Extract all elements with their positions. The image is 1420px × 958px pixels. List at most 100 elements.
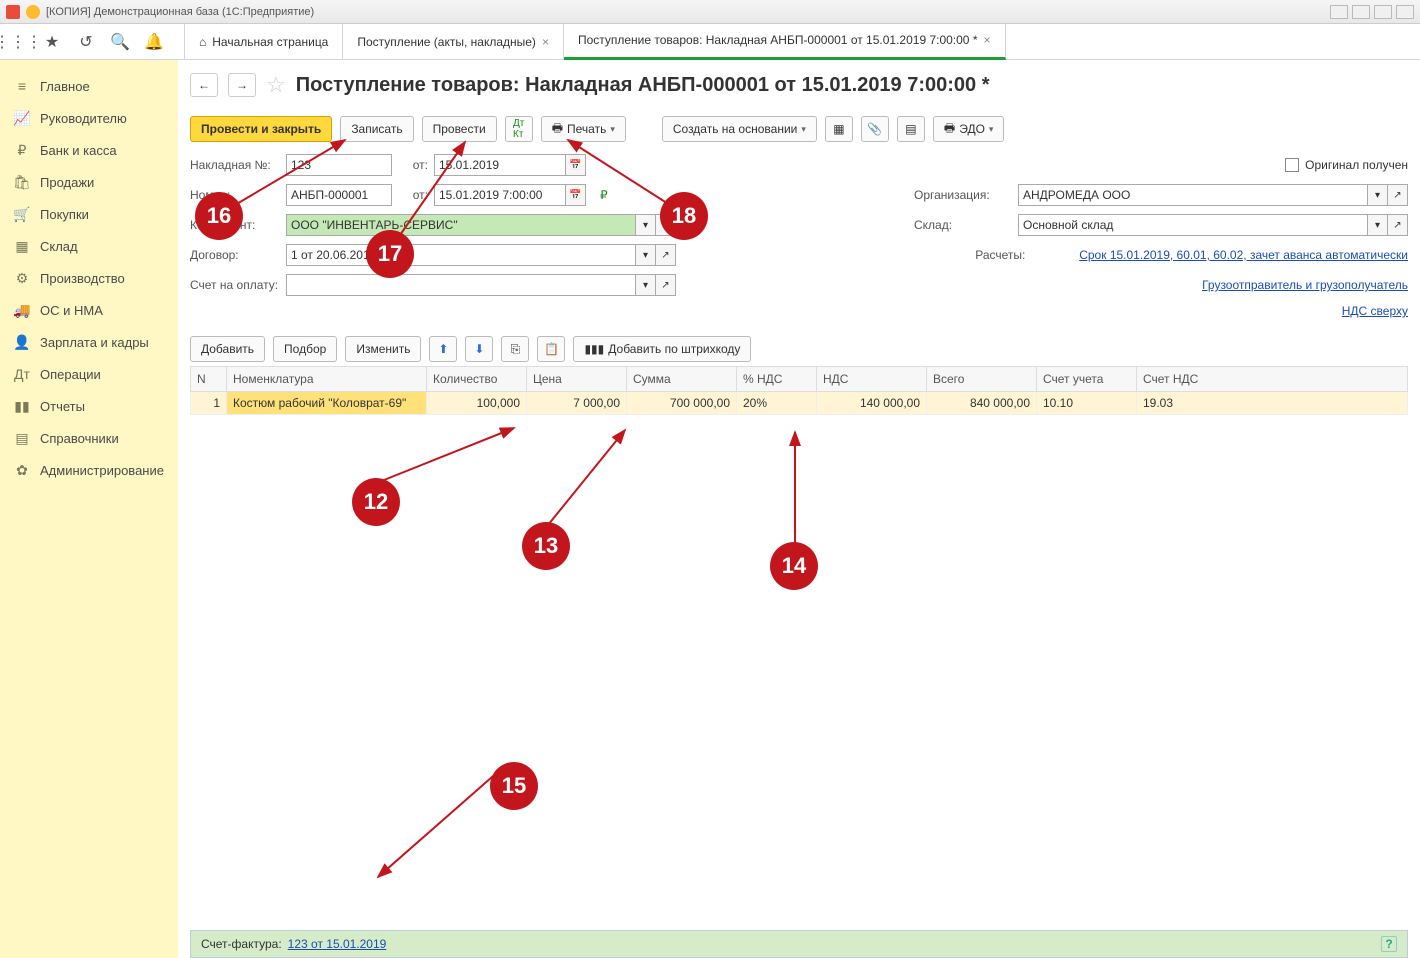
- tab-home[interactable]: ⌂ Начальная страница: [184, 24, 343, 60]
- sidebar-item-production[interactable]: ⚙Производство: [0, 262, 178, 294]
- open-icon[interactable]: ↗: [656, 274, 676, 296]
- cell-nomenclature[interactable]: Костюм рабочий "Коловрат-69": [227, 392, 427, 415]
- cell-sum[interactable]: 700 000,00: [627, 392, 737, 415]
- help-icon[interactable]: ?: [1381, 936, 1397, 952]
- th-vatacct[interactable]: Счет НДС: [1137, 367, 1408, 392]
- input-bill[interactable]: ▾↗: [286, 274, 676, 296]
- input-invoice-date[interactable]: 15.01.2019📅: [434, 154, 586, 176]
- window-btn-1[interactable]: [1330, 5, 1348, 19]
- sidebar-item-bank[interactable]: ₽Банк и касса: [0, 134, 178, 166]
- search-icon[interactable]: 🔍: [110, 32, 130, 52]
- chevron-down-icon[interactable]: ▾: [636, 244, 656, 266]
- tab-list[interactable]: Поступление (акты, накладные) ×: [343, 24, 564, 60]
- history-icon[interactable]: ↺: [76, 32, 96, 52]
- dtkt-link-icon[interactable]: ₽: [600, 188, 608, 202]
- favorite-icon[interactable]: ★: [42, 32, 62, 52]
- chk-label: Оригинал получен: [1305, 158, 1408, 172]
- open-icon[interactable]: ↗: [1388, 184, 1408, 206]
- settlements-link[interactable]: Срок 15.01.2019, 60.01, 60.02, зачет ава…: [1079, 248, 1408, 262]
- create-based-button[interactable]: Создать на основании▾: [662, 116, 817, 142]
- cell-n[interactable]: 1: [191, 392, 227, 415]
- chevron-down-icon[interactable]: ▾: [636, 214, 656, 236]
- sidebar-item-warehouse[interactable]: ▦Склад: [0, 230, 178, 262]
- input-datetime[interactable]: 15.01.2019 7:00:00📅: [434, 184, 586, 206]
- th-qty[interactable]: Количество: [427, 367, 527, 392]
- sidebar-item-label: Руководителю: [40, 111, 127, 126]
- input-warehouse[interactable]: Основной склад▾↗: [1018, 214, 1408, 236]
- shipper-link[interactable]: Грузоотправитель и грузополучатель: [1202, 278, 1408, 292]
- th-acct[interactable]: Счет учета: [1037, 367, 1137, 392]
- open-icon[interactable]: ↗: [656, 244, 676, 266]
- input-counterparty[interactable]: ООО "ИНВЕНТАРЬ-СЕРВИС"▾↗: [286, 214, 676, 236]
- sidebar-item-reports[interactable]: ▮▮Отчеты: [0, 390, 178, 422]
- sidebar-item-assets[interactable]: 🚚ОС и НМА: [0, 294, 178, 326]
- move-up-button[interactable]: ⬆: [429, 336, 457, 362]
- table-row[interactable]: 1 Костюм рабочий "Коловрат-69" 100,000 7…: [191, 392, 1408, 415]
- print-button[interactable]: 🖶Печать▾: [541, 116, 626, 142]
- sidebar-item-admin[interactable]: ✿Администрирование: [0, 454, 178, 486]
- window-btn-4[interactable]: [1396, 5, 1414, 19]
- apps-icon[interactable]: ⋮⋮⋮: [8, 32, 28, 52]
- add-button[interactable]: Добавить: [190, 336, 265, 362]
- back-button[interactable]: ←: [190, 73, 218, 97]
- edo-button[interactable]: 🖶ЭДО▾: [933, 116, 1005, 142]
- cell-vat[interactable]: 140 000,00: [817, 392, 927, 415]
- sidebar-item-manager[interactable]: 📈Руководителю: [0, 102, 178, 134]
- window-btn-2[interactable]: [1352, 5, 1370, 19]
- vat-mode-link[interactable]: НДС сверху: [1342, 304, 1408, 318]
- sidebar-item-purchases[interactable]: 🛒Покупки: [0, 198, 178, 230]
- invoice-factura-link[interactable]: 123 от 15.01.2019: [288, 937, 387, 951]
- input-number[interactable]: АНБП-000001: [286, 184, 392, 206]
- copy-button[interactable]: ⎘: [501, 336, 529, 362]
- calendar-icon[interactable]: 📅: [566, 184, 586, 206]
- th-total[interactable]: Всего: [927, 367, 1037, 392]
- open-icon[interactable]: ↗: [1388, 214, 1408, 236]
- cell-total[interactable]: 840 000,00: [927, 392, 1037, 415]
- menu-arrow-icon[interactable]: [26, 5, 40, 19]
- move-down-button[interactable]: ⬇: [465, 336, 493, 362]
- chevron-down-icon[interactable]: ▾: [636, 274, 656, 296]
- close-icon[interactable]: ×: [984, 33, 991, 47]
- th-n[interactable]: N: [191, 367, 227, 392]
- th-vatpct[interactable]: % НДС: [737, 367, 817, 392]
- tab-doc[interactable]: Поступление товаров: Накладная АНБП-0000…: [564, 24, 1006, 60]
- th-price[interactable]: Цена: [527, 367, 627, 392]
- sidebar-item-sales[interactable]: 🛍Продажи: [0, 166, 178, 198]
- sidebar-item-main[interactable]: ≡Главное: [0, 70, 178, 102]
- attach-button[interactable]: 📎: [861, 116, 889, 142]
- sidebar-item-directories[interactable]: ▤Справочники: [0, 422, 178, 454]
- input-organization[interactable]: АНДРОМЕДА ООО▾↗: [1018, 184, 1408, 206]
- dtkt-button[interactable]: ДтКт: [505, 116, 533, 142]
- form-button[interactable]: ▦: [825, 116, 853, 142]
- cell-acct[interactable]: 10.10: [1037, 392, 1137, 415]
- cell-qty[interactable]: 100,000: [427, 392, 527, 415]
- star-icon[interactable]: ☆: [266, 72, 286, 98]
- cell-vatacct[interactable]: 19.03: [1137, 392, 1408, 415]
- post-button[interactable]: Провести: [422, 116, 497, 142]
- input-invoice-no[interactable]: 123: [286, 154, 392, 176]
- th-nomenclature[interactable]: Номенклатура: [227, 367, 427, 392]
- forward-button[interactable]: →: [228, 73, 256, 97]
- chevron-down-icon[interactable]: ▾: [1368, 184, 1388, 206]
- th-sum[interactable]: Сумма: [627, 367, 737, 392]
- change-button[interactable]: Изменить: [345, 336, 421, 362]
- close-icon[interactable]: ×: [542, 35, 549, 49]
- original-checkbox[interactable]: Оригинал получен: [1285, 158, 1408, 172]
- btn-label: Печать: [567, 122, 606, 136]
- sidebar-item-salary[interactable]: 👤Зарплата и кадры: [0, 326, 178, 358]
- paste-button[interactable]: 📋: [537, 336, 565, 362]
- save-button[interactable]: Записать: [340, 116, 413, 142]
- cell-price[interactable]: 7 000,00: [527, 392, 627, 415]
- list-button[interactable]: ▤: [897, 116, 925, 142]
- select-button[interactable]: Подбор: [273, 336, 337, 362]
- sidebar-item-operations[interactable]: ДтОперации: [0, 358, 178, 390]
- input-contract[interactable]: 1 от 20.06.2015▾↗: [286, 244, 676, 266]
- window-btn-3[interactable]: [1374, 5, 1392, 19]
- cell-vatpct[interactable]: 20%: [737, 392, 817, 415]
- post-close-button[interactable]: Провести и закрыть: [190, 116, 332, 142]
- th-vat[interactable]: НДС: [817, 367, 927, 392]
- bell-icon[interactable]: 🔔: [144, 32, 164, 52]
- calendar-icon[interactable]: 📅: [566, 154, 586, 176]
- chevron-down-icon[interactable]: ▾: [1368, 214, 1388, 236]
- add-barcode-button[interactable]: ▮▮▮Добавить по штрихкоду: [573, 336, 751, 362]
